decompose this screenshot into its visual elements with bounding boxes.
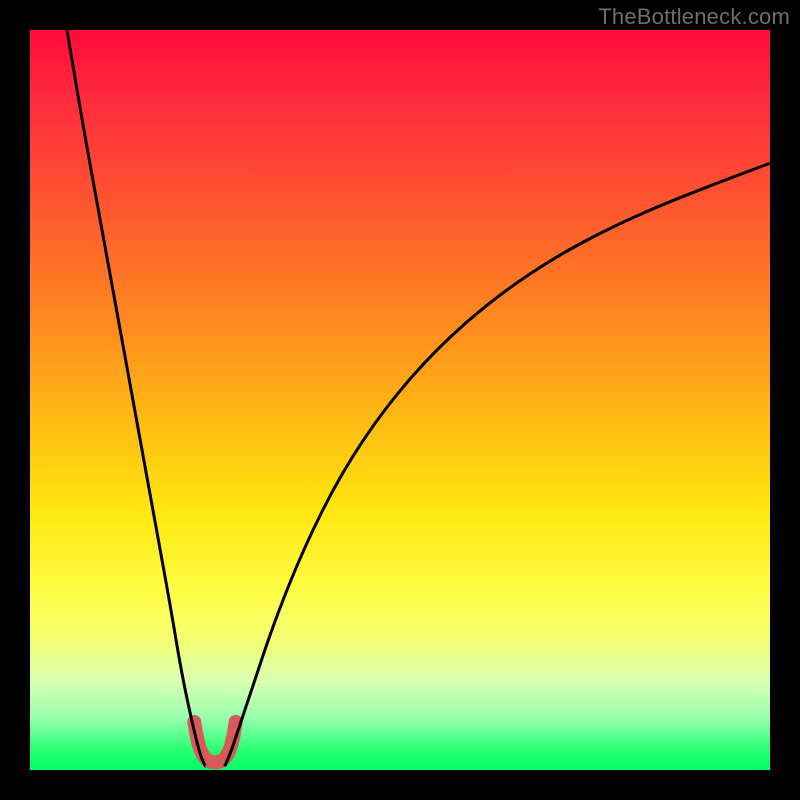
chart-svg [30, 30, 770, 770]
curve-left-branch [67, 30, 205, 766]
curve-right-branch [225, 163, 770, 766]
watermark-text: TheBottleneck.com [598, 4, 790, 30]
plot-area [30, 30, 770, 770]
